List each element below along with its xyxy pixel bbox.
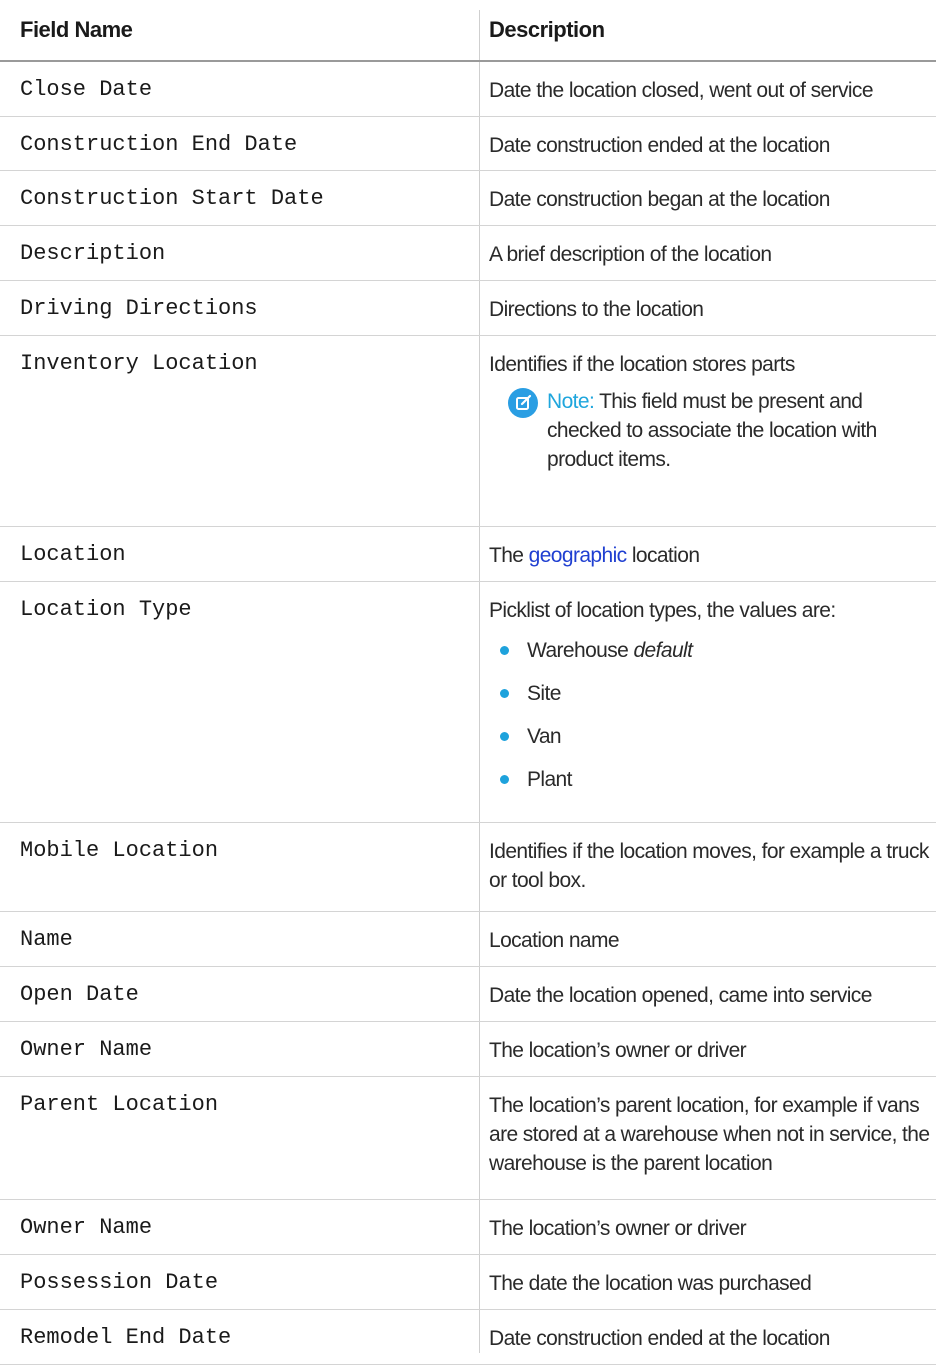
field-name-cell: Parent Location xyxy=(0,1076,479,1200)
description-cell: Identifies if the location moves, for ex… xyxy=(479,822,936,912)
description-text: The xyxy=(489,543,524,567)
description-cell: Location name xyxy=(479,911,936,967)
description-cell: Date the location closed, went out of se… xyxy=(479,61,936,117)
geographic-link[interactable]: geographic xyxy=(529,544,628,567)
list-item: Warehouse default xyxy=(489,629,936,672)
field-name-cell: Driving Directions xyxy=(0,280,479,336)
field-name-cell: Owner Name xyxy=(0,1021,479,1077)
list-item-label: Site xyxy=(527,681,561,705)
location-type-list: Warehouse default Site Van Plant xyxy=(489,629,936,801)
table-header-row: Field Name Description xyxy=(0,0,936,62)
field-name-cell: Description xyxy=(0,225,479,281)
description-cell: The geographic location xyxy=(479,526,936,582)
description-text: location xyxy=(631,543,700,567)
table-row: Owner Name The location’s owner or drive… xyxy=(0,1021,936,1077)
description-cell: The date the location was purchased xyxy=(479,1254,936,1310)
field-name-cell: Location xyxy=(0,526,479,582)
bullet-icon xyxy=(500,774,509,784)
note-callout: Note: This field must be present and che… xyxy=(489,387,936,474)
table-row: Parent Location The location’s parent lo… xyxy=(0,1076,936,1200)
table-row: Name Location name xyxy=(0,911,936,967)
description-cell: The location’s parent location, for exam… xyxy=(479,1076,936,1200)
field-name-cell: Possession Date xyxy=(0,1254,479,1310)
field-name-cell: Remodel End Date xyxy=(0,1309,479,1365)
description-cell: Date construction ended at the location xyxy=(479,116,936,171)
description-cell: Date construction ended at the location xyxy=(479,1309,936,1365)
bullet-icon xyxy=(500,688,509,698)
note-text: This field must be present and checked t… xyxy=(547,389,877,471)
field-name-cell: Inventory Location xyxy=(0,335,479,527)
table-row: Construction End Date Date construction … xyxy=(0,116,936,171)
list-item: Site xyxy=(489,672,936,715)
field-name-cell: Name xyxy=(0,911,479,967)
field-name-cell: Open Date xyxy=(0,966,479,1022)
description-cell: Date the location opened, came into serv… xyxy=(479,966,936,1022)
description-cell: A brief description of the location xyxy=(479,225,936,281)
table-row: Open Date Date the location opened, came… xyxy=(0,966,936,1022)
table-row: Possession Date The date the location wa… xyxy=(0,1254,936,1310)
field-name-cell: Construction End Date xyxy=(0,116,479,171)
default-tag: default xyxy=(633,638,693,662)
table-row: Mobile Location Identifies if the locati… xyxy=(0,822,936,912)
table-row: Location The geographic location xyxy=(0,526,936,582)
description-text: Picklist of location types, the values a… xyxy=(489,598,836,622)
description-cell: Date construction began at the location xyxy=(479,170,936,226)
table-row: Location Type Picklist of location types… xyxy=(0,581,936,823)
location-fields-table: Field Name Description Close Date Date t… xyxy=(0,0,936,1365)
table-row: Owner Name The location’s owner or drive… xyxy=(0,1199,936,1255)
field-name-cell: Close Date xyxy=(0,61,479,117)
list-item-label: Warehouse xyxy=(527,638,629,662)
table-row: Remodel End Date Date construction ended… xyxy=(0,1309,936,1365)
note-label: Note: xyxy=(547,389,595,413)
list-item: Van xyxy=(489,715,936,758)
bullet-icon xyxy=(500,731,509,741)
field-name-header: Field Name xyxy=(0,0,479,62)
table-row: Inventory Location Identifies if the loc… xyxy=(0,335,936,527)
description-cell: Picklist of location types, the values a… xyxy=(479,581,936,823)
field-name-cell: Mobile Location xyxy=(0,822,479,912)
description-cell: The location’s owner or driver xyxy=(479,1199,936,1255)
list-item-label: Plant xyxy=(527,767,572,791)
table-row: Driving Directions Directions to the loc… xyxy=(0,280,936,336)
bullet-icon xyxy=(500,645,509,655)
description-cell: Identifies if the location stores parts … xyxy=(479,335,936,527)
list-item-label: Van xyxy=(527,724,562,748)
table-row: Construction Start Date Date constructio… xyxy=(0,170,936,226)
description-text: Identifies if the location stores parts xyxy=(489,352,795,376)
description-header: Description xyxy=(479,0,936,62)
note-icon xyxy=(508,387,538,418)
field-name-cell: Owner Name xyxy=(0,1199,479,1255)
list-item: Plant xyxy=(489,758,936,801)
field-name-cell: Location Type xyxy=(0,581,479,823)
description-cell: Directions to the location xyxy=(479,280,936,336)
table-row: Close Date Date the location closed, wen… xyxy=(0,61,936,117)
table-row: Description A brief description of the l… xyxy=(0,225,936,281)
description-cell: The location’s owner or driver xyxy=(479,1021,936,1077)
field-name-cell: Construction Start Date xyxy=(0,170,479,226)
